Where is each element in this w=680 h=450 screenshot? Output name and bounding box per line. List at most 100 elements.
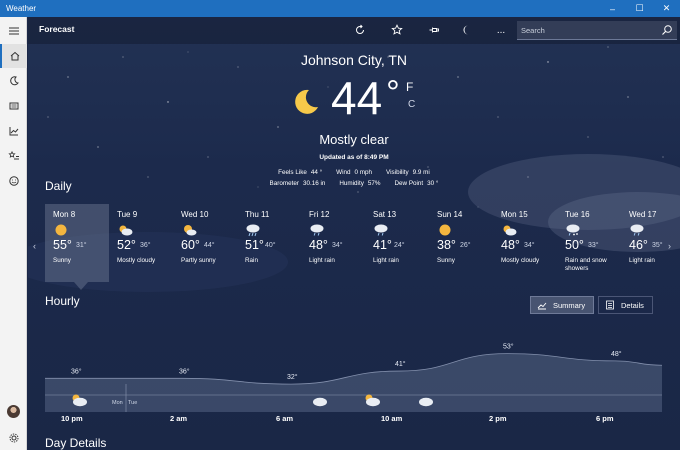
day-condition: Rain and snow showers <box>565 257 607 272</box>
sidebar-item-maps[interactable] <box>0 69 27 93</box>
hour-label: 6 pm <box>596 414 614 423</box>
unit-celsius[interactable]: C <box>408 99 415 110</box>
minimize-button[interactable]: – <box>599 0 626 17</box>
stat-value: 0 mph <box>354 169 373 176</box>
hamburger-menu-button[interactable] <box>0 19 27 43</box>
day-low: 36° <box>140 242 151 249</box>
top-app-bar: Forecast ... <box>28 17 680 44</box>
sidebar-item-lifestyle[interactable] <box>0 169 27 193</box>
news-icon <box>9 102 18 110</box>
title-bar: Weather – ☐ ✕ <box>0 0 680 17</box>
day-card-mon-8[interactable]: Mon 8 55° 31° Sunny <box>45 204 109 282</box>
hourly-heading: Hourly <box>45 294 80 308</box>
day-high: 60° <box>181 238 200 252</box>
day-card-sun-14[interactable]: Sun 14 38° 26° Sunny <box>429 204 493 282</box>
day-card-sat-13[interactable]: Sat 13 41° 24° Light rain <box>365 204 429 282</box>
settings-button[interactable] <box>0 426 27 450</box>
day-name: Wed 17 <box>629 210 657 219</box>
gear-icon <box>9 433 18 443</box>
day-low: 40° <box>265 242 276 249</box>
day-name: Sat 13 <box>373 210 397 219</box>
daily-heading: Daily <box>45 179 72 193</box>
sidebar-item-news[interactable] <box>0 94 27 118</box>
stats-row: Barometer 30.16 in Humidity 57% Dew Point 3… <box>28 178 680 189</box>
stat-feels-like: Feels Like 44 ° <box>278 167 322 178</box>
day-high: 41° <box>373 238 392 252</box>
day-card-tue-16[interactable]: Tue 16 50° 33° Rain and snow showers <box>557 204 621 282</box>
favorite-button[interactable] <box>389 22 405 38</box>
day-name: Tue 16 <box>565 210 590 219</box>
day-name: Fri 12 <box>309 210 330 219</box>
summary-button[interactable]: Summary <box>530 296 595 314</box>
hamburger-menu-icon <box>8 27 19 35</box>
search-input[interactable] <box>521 23 651 38</box>
hour-label: 6 am <box>276 414 294 423</box>
sidebar-item-historical[interactable] <box>0 119 27 143</box>
day-high: 51° <box>245 238 264 252</box>
day-separator-tue: Tue <box>128 400 138 406</box>
avatar[interactable] <box>7 405 20 418</box>
hour-label: 2 pm <box>489 414 507 423</box>
hourly-temperature-area <box>45 353 662 412</box>
partly-sunny-icon <box>184 225 197 236</box>
rain-icon <box>246 224 260 237</box>
search-box[interactable] <box>517 21 677 40</box>
stats-row: Feels Like 44 ° Wind 0 mph Visibility 9.9 m… <box>28 167 680 178</box>
partly-cloudy-icon <box>503 225 517 236</box>
stat-label: Humidity <box>339 180 364 187</box>
light-rain-icon <box>630 224 644 236</box>
summary-label: Summary <box>553 300 586 310</box>
chart-line-icon <box>537 302 547 310</box>
dark-mode-button[interactable] <box>460 22 476 38</box>
day-high: 55° <box>53 238 72 252</box>
stat-value: 57% <box>367 180 381 187</box>
more-button[interactable]: ... <box>493 22 509 38</box>
day-condition: Rain <box>245 257 258 264</box>
daily-scroll-left-button[interactable]: ‹ <box>33 241 36 251</box>
stat-label: Wind <box>336 169 351 176</box>
day-condition: Light rain <box>309 257 335 264</box>
temperature-block: 44 ° F C <box>291 73 431 125</box>
unit-fahrenheit[interactable]: F <box>406 80 413 94</box>
rain-snow-icon <box>566 224 580 236</box>
details-button[interactable]: Details <box>598 296 653 314</box>
star-list-icon <box>7 150 19 160</box>
list-icon <box>606 300 614 310</box>
stat-label: Dew Point <box>394 180 424 187</box>
hourly-temperature-chart: 36° 36° 32° 41° 53° 48° <box>45 343 662 412</box>
degree-symbol: ° <box>386 74 400 112</box>
day-card-tue-9[interactable]: Tue 9 52° 36° Mostly cloudy <box>109 204 173 282</box>
day-high: 50° <box>565 238 584 252</box>
day-condition: Mostly cloudy <box>501 257 540 264</box>
pin-button[interactable] <box>426 22 442 38</box>
close-button[interactable]: ✕ <box>653 0 680 17</box>
day-low: 34° <box>332 242 343 249</box>
stat-label: Feels Like <box>278 169 307 176</box>
day-card-fri-12[interactable]: Fri 12 48° 34° Light rain <box>301 204 365 282</box>
day-low: 35° <box>652 242 663 249</box>
day-card-wed-10[interactable]: Wed 10 60° 44° Partly sunny <box>173 204 237 282</box>
pin-icon <box>429 27 439 33</box>
maximize-button[interactable]: ☐ <box>626 0 653 17</box>
day-card-wed-17[interactable]: Wed 17 46° 35° Light rain <box>621 204 680 282</box>
stat-value: 30.16 in <box>302 180 326 187</box>
sidebar-item-places[interactable] <box>0 144 27 168</box>
day-condition: Mostly cloudy <box>117 257 156 264</box>
day-name: Thu 11 <box>245 210 270 219</box>
sidebar-item-forecast[interactable] <box>0 44 27 68</box>
sun-icon <box>55 224 67 236</box>
day-condition: Light rain <box>629 257 655 264</box>
refresh-button[interactable] <box>352 22 368 38</box>
chart-icon <box>9 127 18 136</box>
details-label: Details <box>621 300 644 310</box>
stat-wind: Wind 0 mph <box>336 167 372 178</box>
day-low: 34° <box>524 242 535 249</box>
day-condition: Light rain <box>373 257 399 264</box>
day-card-mon-15[interactable]: Mon 15 48° 34° Mostly cloudy <box>493 204 557 282</box>
day-condition: Partly sunny <box>181 257 216 264</box>
favorite-star-icon <box>391 24 403 35</box>
dark-mode-moon-icon <box>463 25 468 35</box>
search-icon[interactable] <box>661 24 673 36</box>
hourly-temp-label: 32° <box>287 373 298 381</box>
day-card-thu-11[interactable]: Thu 11 51° 40° Rain <box>237 204 301 282</box>
